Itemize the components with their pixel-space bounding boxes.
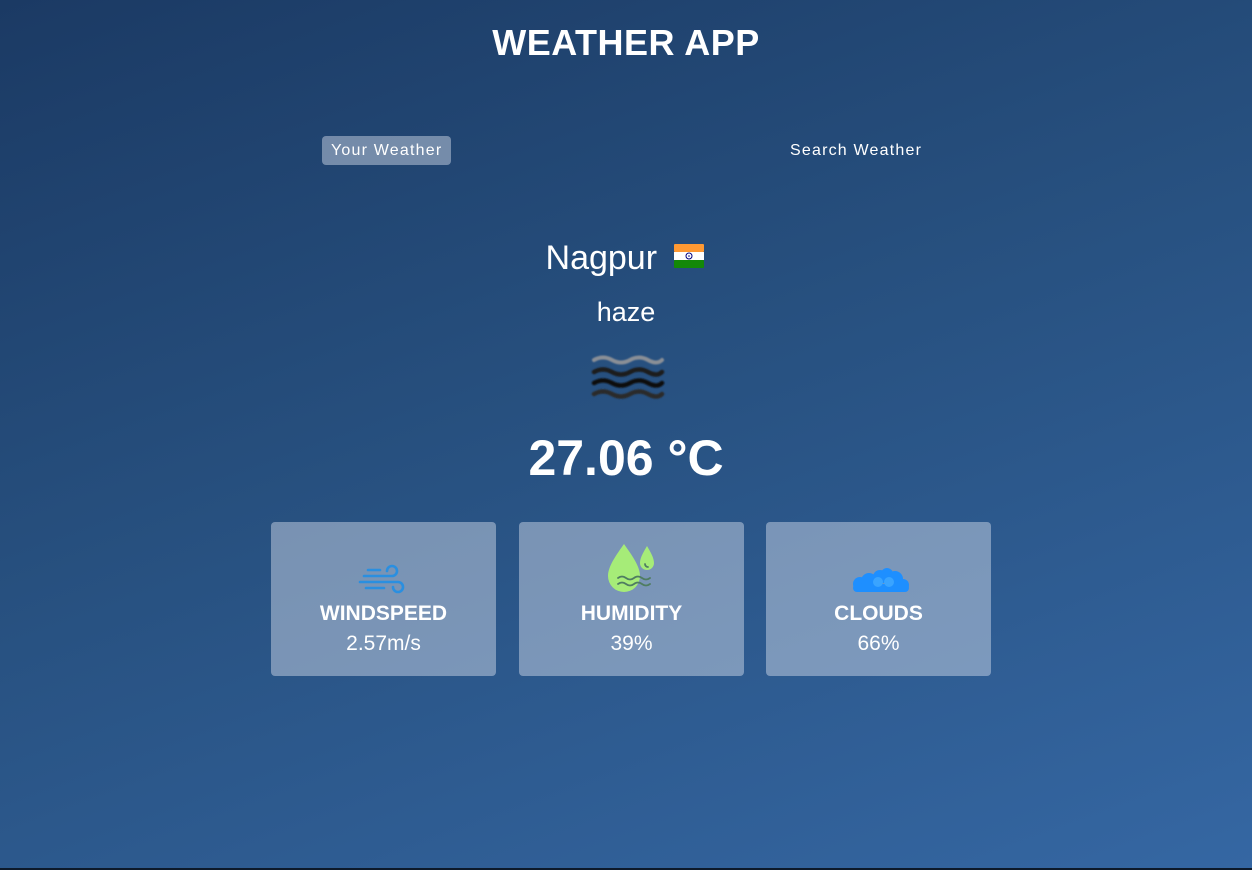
- tab-search-weather[interactable]: Search Weather: [781, 136, 931, 165]
- india-flag-icon: [674, 244, 705, 268]
- clouds-icon: [852, 568, 909, 592]
- city-heading: Nagpur: [0, 236, 1252, 280]
- humidity-value: 39%: [610, 632, 653, 655]
- clouds-card: CLOUDS 66%: [766, 522, 991, 676]
- windspeed-value: 2.57m/s: [346, 632, 421, 655]
- humidity-card: HUMIDITY 39%: [519, 522, 744, 676]
- tab-your-weather[interactable]: Your Weather: [322, 136, 452, 165]
- temperature-value: 27.06 °C: [528, 430, 724, 486]
- clouds-value: 66%: [857, 632, 900, 655]
- clouds-label: CLOUDS: [834, 602, 923, 625]
- weather-condition: haze: [596, 297, 656, 327]
- wind-icon: [358, 564, 404, 594]
- city-name: Nagpur: [545, 239, 658, 277]
- app-title: WEATHER APP: [492, 22, 760, 63]
- haze-icon: [591, 355, 665, 399]
- windspeed-label: WINDSPEED: [319, 602, 448, 625]
- humidity-icon: [607, 544, 654, 592]
- humidity-label: HUMIDITY: [580, 602, 683, 625]
- windspeed-card: WINDSPEED 2.57m/s: [271, 522, 496, 676]
